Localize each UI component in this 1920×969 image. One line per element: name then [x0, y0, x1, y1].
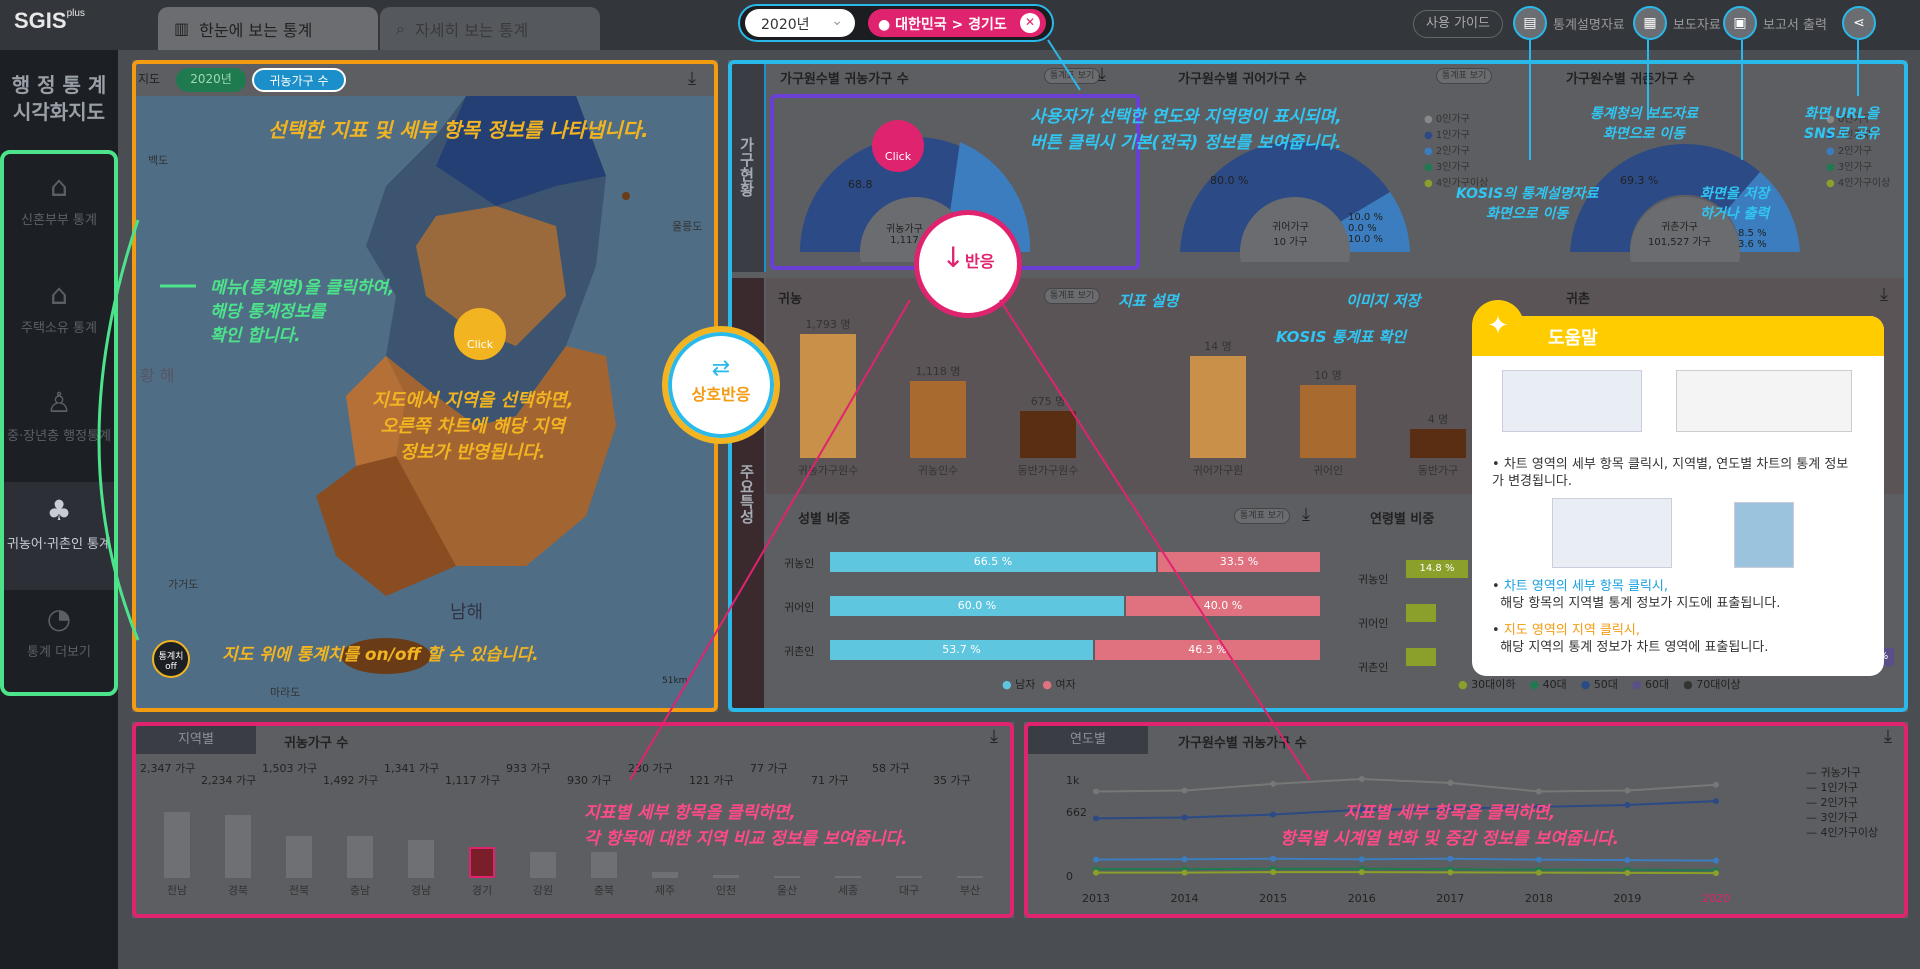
annotation-menu: 메뉴(통계명)을 클릭하여, 해당 통계정보를 확인 합니다.	[210, 278, 395, 346]
annotation-image-save: 이미지 저장	[1346, 292, 1421, 310]
annotation-arrows	[97, 39, 1859, 781]
annotation-kosis-check: KOSIS 통계표 확인	[1276, 328, 1407, 346]
annotation-map-click: 지도에서 지역을 선택하면, 오른쪽 차트에 해당 지역 정보가 반영됩니다.	[372, 390, 574, 463]
annotation-kosis-desc: KOSIS의 통계설명자료 화면으로 이동	[1456, 186, 1599, 222]
annotation-map-top: 선택한 지표 및 세부 항목 정보를 나타냅니다.	[268, 118, 649, 142]
annotation-bottom-left: 지표별 세부 항목을 클릭하면, 각 항목에 대한 지역 비교 정보를 보여줍니다…	[584, 803, 908, 849]
annotation-report: 화면을 저장 하거나 출력	[1700, 186, 1770, 222]
annotation-share: 화면 URL을 SNS로 공유	[1804, 106, 1880, 142]
annotation-map-toggle: 지도 위에 통계치를 on/off 할 수 있습니다.	[222, 645, 539, 665]
annotation-index-desc: 지표 설명	[1118, 292, 1179, 310]
annotation-user-selection: 사용자가 선택한 연도와 지역명이 표시되며, 버튼 클릭시 기본(전국) 정보를…	[1030, 107, 1342, 153]
annotation-press: 통계청의 보도자료 화면으로 이동	[1590, 106, 1698, 142]
annotation-bottom-right: 지표별 세부 항목을 클릭하면, 항목별 시계열 변화 및 증감 정보를 보여줍니…	[1280, 803, 1620, 849]
